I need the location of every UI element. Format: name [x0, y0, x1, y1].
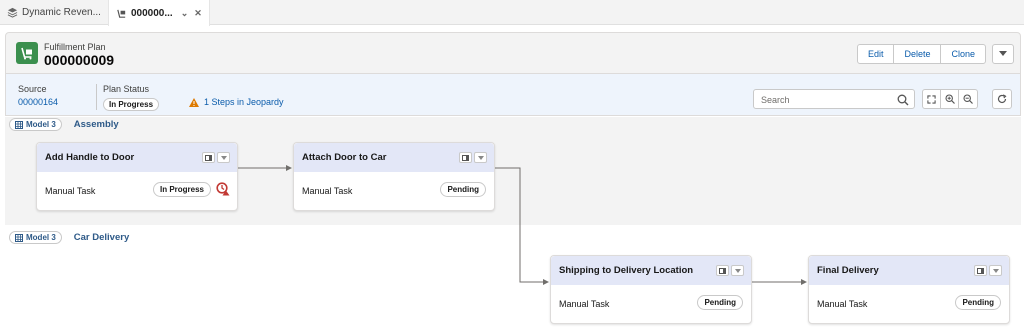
model-label: Model 3	[26, 233, 56, 242]
task-card[interactable]: Shipping to Delivery Location Manual Tas…	[550, 255, 752, 324]
refresh-icon	[997, 94, 1007, 104]
search-box	[753, 89, 915, 109]
task-card-header: Shipping to Delivery Location	[551, 256, 751, 285]
edit-button[interactable]: Edit	[858, 45, 895, 63]
close-icon[interactable]: ✕	[194, 8, 202, 19]
grid-icon	[15, 120, 23, 129]
jeopardy-link[interactable]: 1 Steps in Jeopardy	[189, 97, 284, 107]
fulfillment-plan-icon	[16, 42, 38, 64]
lane-name: Assembly	[73, 119, 119, 130]
task-type: Manual Task	[45, 186, 96, 196]
lane-header-assembly: Model 3 Assembly	[9, 118, 119, 131]
grid-icon	[15, 233, 23, 242]
tab-label: 000000...	[131, 7, 173, 19]
task-status-badge: Pending	[697, 295, 743, 310]
task-card-actions	[457, 152, 487, 163]
task-card-actions	[200, 152, 230, 163]
task-type: Manual Task	[817, 299, 868, 309]
delete-button[interactable]: Delete	[894, 45, 942, 63]
source-label: Source	[18, 84, 47, 94]
task-card-body: Manual Task Pending	[551, 285, 751, 325]
clone-button[interactable]: Clone	[941, 45, 985, 63]
search-icon[interactable]	[897, 93, 909, 111]
chevron-down-icon[interactable]	[731, 265, 744, 276]
fulfillment-icon	[115, 7, 127, 19]
lane-name: Car Delivery	[73, 232, 130, 243]
task-title: Shipping to Delivery Location	[559, 265, 694, 276]
chevron-down-icon[interactable]	[474, 152, 487, 163]
chevron-down-icon[interactable]: ⌄	[181, 8, 189, 19]
zoom-controls	[922, 89, 978, 109]
task-card-body: Manual Task Pending	[294, 172, 494, 212]
task-type: Manual Task	[559, 299, 610, 309]
task-card-actions	[972, 265, 1002, 276]
jeopardy-text: 1 Steps in Jeopardy	[204, 97, 284, 107]
object-type-label: Fulfillment Plan	[44, 42, 106, 52]
plan-status-field: Plan Status In Progress	[103, 84, 160, 112]
tab-fulfillment-plan[interactable]: 000000... ⌄ ✕	[108, 0, 210, 26]
lane-header-car-delivery: Model 3 Car Delivery	[9, 231, 129, 244]
highlights-panel: Source 00000164 Plan Status In Progress …	[5, 74, 1021, 116]
open-panel-icon[interactable]	[202, 152, 215, 163]
source-link[interactable]: 00000164	[18, 97, 58, 107]
task-card[interactable]: Attach Door to Car Manual Task Pending	[293, 142, 495, 211]
open-panel-icon[interactable]	[459, 152, 472, 163]
layers-icon	[6, 7, 18, 19]
task-card[interactable]: Final Delivery Manual Task Pending	[808, 255, 1010, 324]
task-title: Add Handle to Door	[45, 152, 135, 163]
zoom-out-icon[interactable]	[959, 90, 977, 108]
chevron-down-icon	[999, 51, 1007, 56]
task-status-badge: In Progress	[152, 182, 211, 197]
source-field: Source 00000164	[18, 84, 58, 107]
task-status-badge: Pending	[955, 295, 1001, 310]
task-type: Manual Task	[302, 186, 353, 196]
open-panel-icon[interactable]	[974, 265, 987, 276]
field-divider	[96, 84, 97, 110]
model-label: Model 3	[26, 120, 56, 129]
record-header: Fulfillment Plan 000000009 Edit Delete C…	[5, 32, 1021, 74]
workspace-tab-bar: Dynamic Reven... 000000... ⌄ ✕	[0, 0, 1024, 26]
plan-status-label: Plan Status	[103, 84, 150, 94]
tab-dynamic-revenue[interactable]: Dynamic Reven...	[6, 0, 106, 25]
task-status-badge: Pending	[440, 182, 486, 197]
task-card-header: Attach Door to Car	[294, 143, 494, 172]
record-actions: Edit Delete Clone	[856, 44, 986, 64]
page-title: 000000009	[44, 52, 115, 68]
tab-label: Dynamic Reven...	[22, 7, 101, 18]
refresh-button[interactable]	[992, 89, 1012, 109]
plan-status-badge: In Progress	[103, 98, 160, 111]
task-card-header: Final Delivery	[809, 256, 1009, 285]
jeopardy-clock-icon	[216, 182, 230, 201]
task-card[interactable]: Add Handle to Door Manual Task In Progre…	[36, 142, 238, 211]
task-card-actions	[714, 265, 744, 276]
warning-icon	[189, 97, 199, 107]
open-panel-icon[interactable]	[716, 265, 729, 276]
zoom-in-icon[interactable]	[941, 90, 959, 108]
fit-to-screen-icon[interactable]	[923, 90, 941, 108]
model-badge: Model 3	[9, 231, 62, 244]
more-actions-button[interactable]	[992, 44, 1014, 64]
task-card-header: Add Handle to Door	[37, 143, 237, 172]
chevron-down-icon[interactable]	[217, 152, 230, 163]
task-card-body: Manual Task Pending	[809, 285, 1009, 325]
task-title: Final Delivery	[817, 265, 879, 276]
task-title: Attach Door to Car	[302, 152, 387, 163]
search-input[interactable]	[754, 91, 884, 109]
chevron-down-icon[interactable]	[989, 265, 1002, 276]
task-card-body: Manual Task In Progress	[37, 172, 237, 212]
model-badge: Model 3	[9, 118, 62, 131]
